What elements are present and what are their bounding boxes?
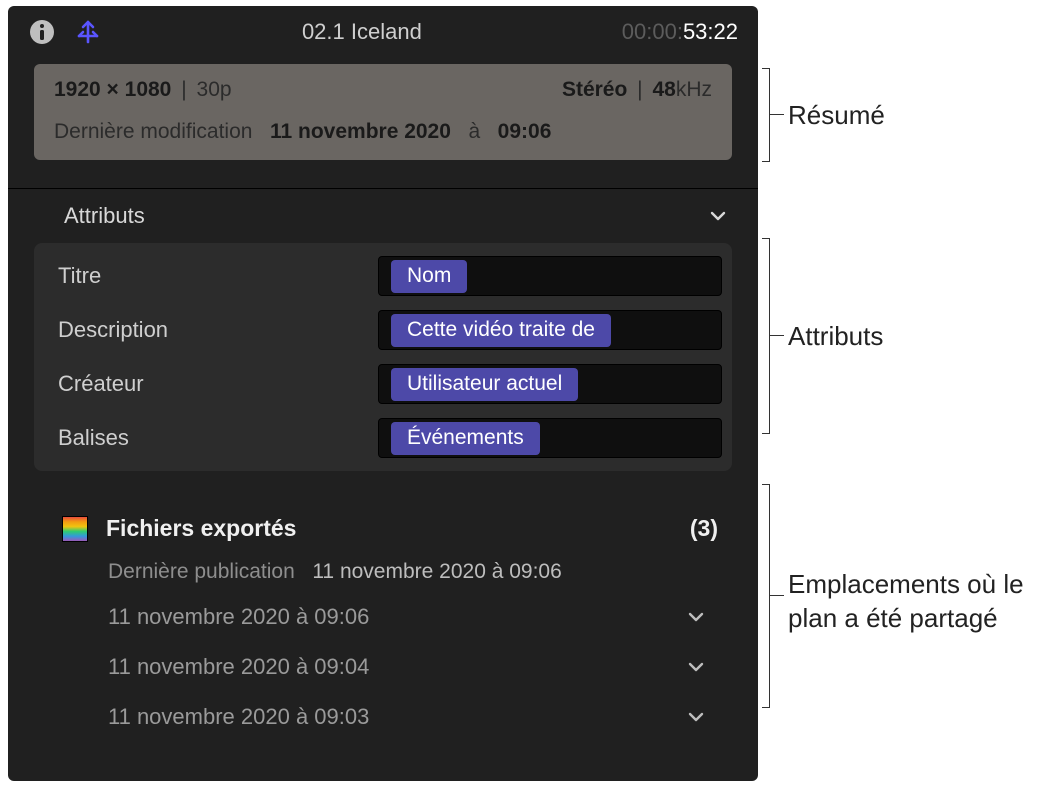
- last-pub-label: Dernière publication: [108, 560, 295, 583]
- attr-row-title: Titre Nom: [40, 249, 726, 303]
- attr-label: Description: [44, 307, 364, 353]
- attributes-table: Titre Nom Description Cette vidéo traite…: [34, 243, 732, 471]
- export-item-date: 11 novembre 2020 à 09:06: [108, 604, 369, 630]
- attr-token[interactable]: Cette vidéo traite de: [391, 314, 611, 347]
- callout-label-attributs: Attributs: [788, 321, 883, 352]
- inspector-topbar: 02.1 Iceland 00:00:53:22: [8, 6, 758, 58]
- callout-tick: [770, 595, 784, 596]
- exported-last-publication: Dernière publication 11 novembre 2020 à …: [38, 546, 728, 592]
- modified-at-word: à: [468, 120, 480, 143]
- clip-title: 02.1 Iceland: [120, 19, 604, 45]
- attr-token[interactable]: Nom: [391, 260, 467, 293]
- attr-token[interactable]: Utilisateur actuel: [391, 368, 578, 401]
- attr-row-creator: Créateur Utilisateur actuel: [40, 357, 726, 411]
- modified-time: 09:06: [498, 120, 552, 143]
- fps-value: 30p: [197, 78, 232, 101]
- timecode-inactive: 00:00:: [622, 19, 683, 44]
- exported-count: (3): [690, 515, 718, 542]
- attributes-header-label: Attributs: [64, 203, 145, 229]
- inspector-panel: 02.1 Iceland 00:00:53:22 1920 × 1080 | 3…: [8, 6, 758, 781]
- last-pub-date: 11 novembre 2020 à 09:06: [312, 560, 561, 583]
- summary-video-format: 1920 × 1080 | 30p: [54, 78, 232, 102]
- modified-date: 11 novembre 2020: [270, 120, 451, 143]
- callout-tick: [770, 335, 784, 336]
- export-item[interactable]: 11 novembre 2020 à 09:06: [38, 592, 728, 642]
- callout-label-resume: Résumé: [788, 100, 885, 131]
- exported-header: Fichiers exportés (3): [38, 511, 728, 546]
- info-icon[interactable]: [28, 18, 56, 46]
- audio-khz-unit: kHz: [676, 78, 712, 101]
- audio-mode: Stéréo: [562, 78, 627, 101]
- modified-label: Dernière modification: [54, 120, 252, 143]
- resolution-value: 1920 × 1080: [54, 78, 171, 101]
- callout-bracket: [762, 238, 770, 434]
- attr-label: Titre: [44, 253, 364, 299]
- callout-bracket: [762, 484, 770, 708]
- exported-title: Fichiers exportés: [106, 515, 672, 542]
- attr-row-tags: Balises Événements: [40, 411, 726, 465]
- chevron-down-icon[interactable]: [686, 707, 706, 727]
- export-item-date: 11 novembre 2020 à 09:03: [108, 704, 369, 730]
- summary-audio-format: Stéréo | 48kHz: [562, 78, 712, 102]
- callout-label-emplacements: Emplacements où le plan a été partagé: [788, 568, 1058, 636]
- callout-tick: [770, 114, 784, 115]
- export-item[interactable]: 11 novembre 2020 à 09:03: [38, 692, 728, 742]
- chevron-down-icon[interactable]: [686, 657, 706, 677]
- attr-label: Créateur: [44, 361, 364, 407]
- film-strip-icon: [62, 516, 88, 542]
- timecode-active: 53:22: [683, 19, 738, 44]
- attr-input-title[interactable]: Nom: [378, 256, 722, 296]
- attr-input-description[interactable]: Cette vidéo traite de: [378, 310, 722, 350]
- attr-row-description: Description Cette vidéo traite de: [40, 303, 726, 357]
- annotation-callouts: Résumé Attributs Emplacements où le plan…: [758, 6, 1058, 781]
- attr-label: Balises: [44, 415, 364, 461]
- attr-input-tags[interactable]: Événements: [378, 418, 722, 458]
- callout-bracket: [762, 68, 770, 162]
- timecode: 00:00:53:22: [622, 19, 738, 45]
- export-item-date: 11 novembre 2020 à 09:04: [108, 654, 369, 680]
- export-item[interactable]: 11 novembre 2020 à 09:04: [38, 642, 728, 692]
- attr-token[interactable]: Événements: [391, 422, 540, 455]
- attributes-header[interactable]: Attributs: [8, 189, 758, 243]
- attr-input-creator[interactable]: Utilisateur actuel: [378, 364, 722, 404]
- audio-khz: 48: [652, 78, 675, 101]
- summary-box: 1920 × 1080 | 30p Stéréo | 48kHz Dernièr…: [34, 64, 732, 160]
- summary-row-modified: Dernière modification 11 novembre 2020 à…: [54, 120, 712, 144]
- summary-row-format: 1920 × 1080 | 30p Stéréo | 48kHz: [54, 78, 712, 102]
- chevron-down-icon[interactable]: [686, 607, 706, 627]
- chevron-down-icon[interactable]: [708, 206, 728, 226]
- exported-section: Fichiers exportés (3) Dernière publicati…: [38, 511, 728, 742]
- share-arrows-icon[interactable]: [74, 18, 102, 46]
